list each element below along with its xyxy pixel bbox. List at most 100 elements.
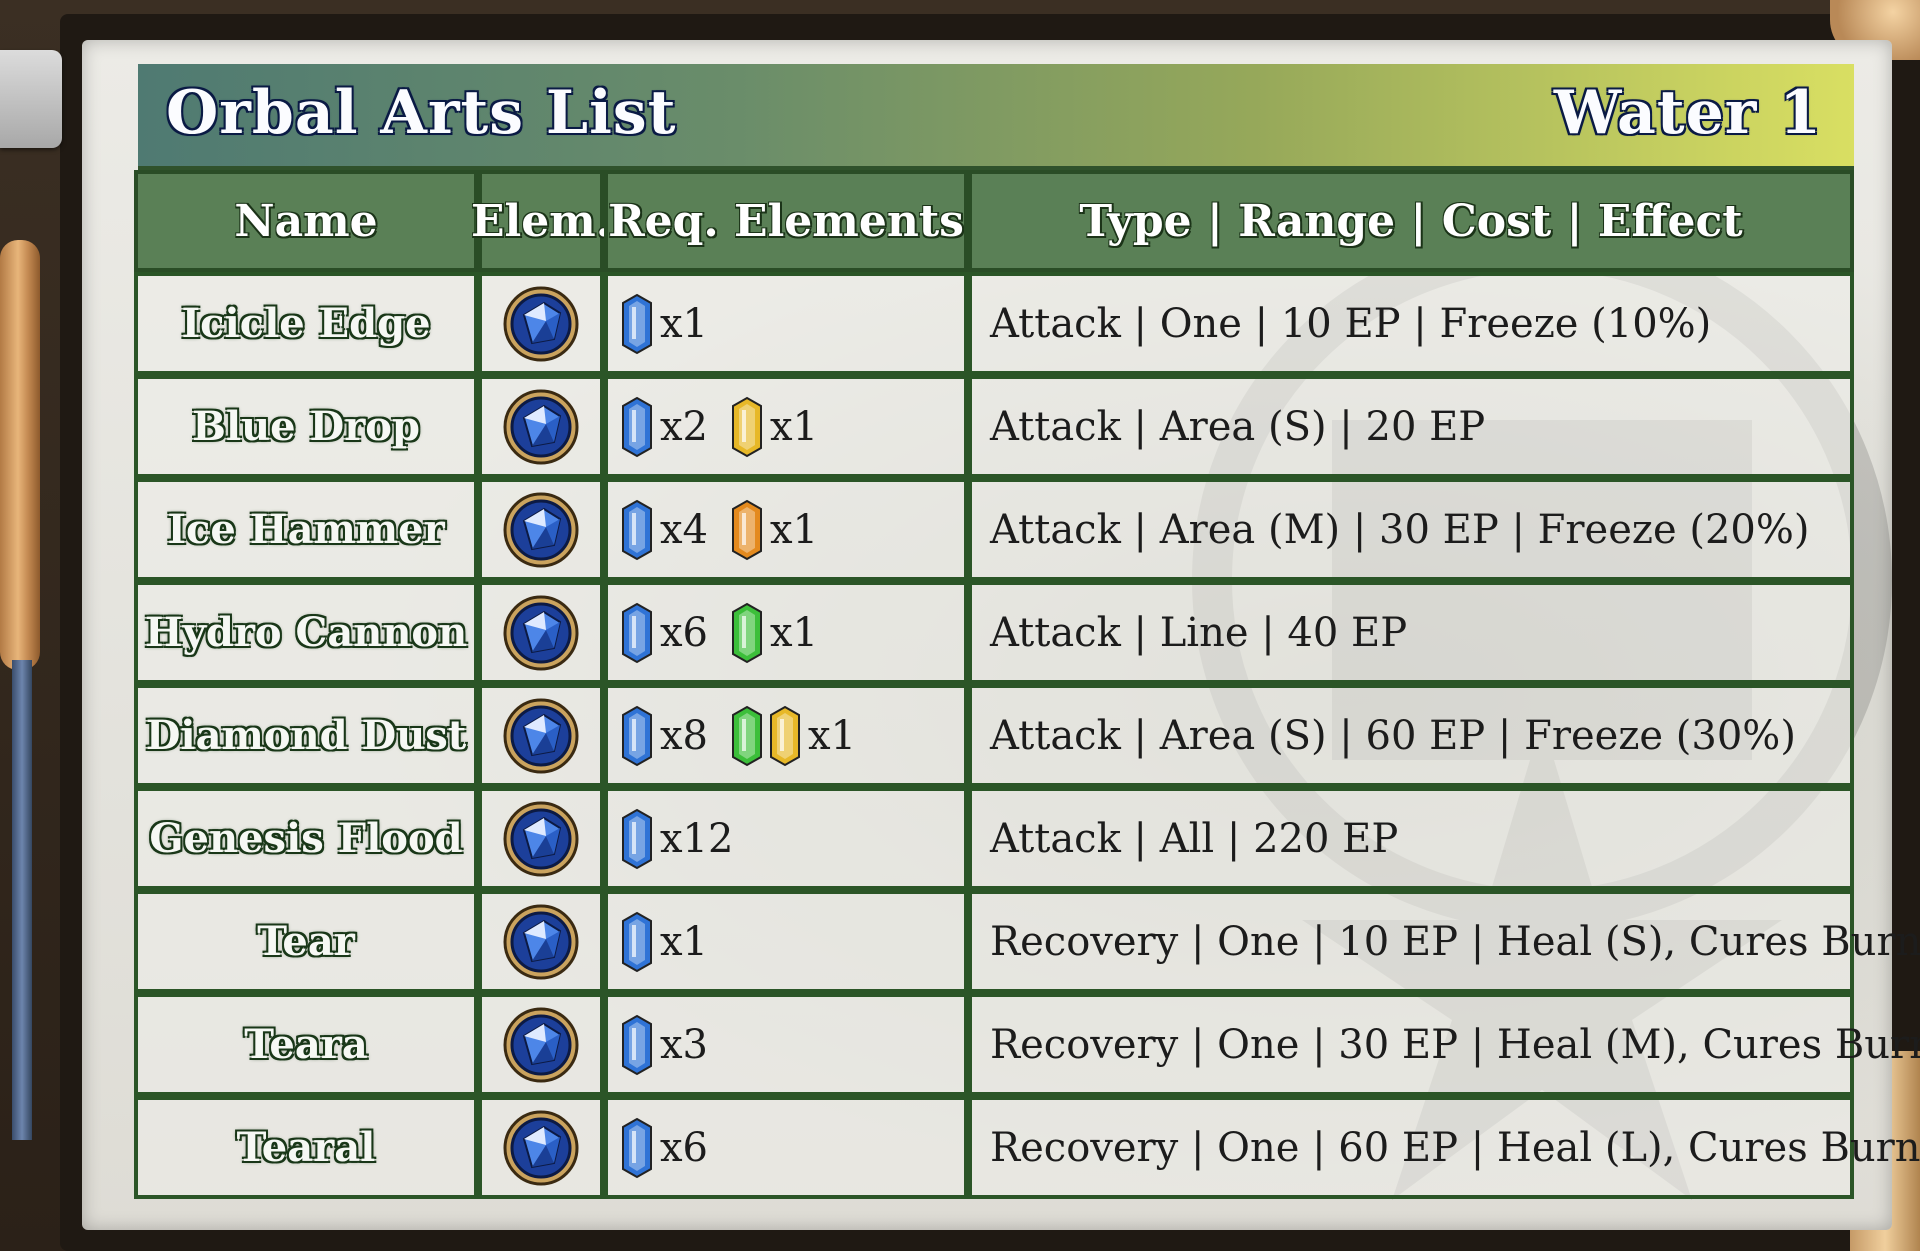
element-cell (478, 993, 604, 1096)
water-element-icon (503, 1110, 579, 1185)
req-elements-cell: x8 x1 (604, 684, 968, 787)
required-quantity: x6 (660, 609, 709, 656)
water-gem-icon (622, 602, 652, 663)
element-cell (478, 1096, 604, 1199)
header-name: Name (134, 170, 478, 272)
header-effect: Type | Range | Cost | Effect (968, 170, 1854, 272)
name-cell: Hydro Cannon (134, 581, 478, 684)
effect-cell: Recovery | One | 10 EP | Heal (S), Cures… (968, 890, 1920, 993)
water-gem-icon (622, 1117, 652, 1178)
water-element-icon (503, 904, 579, 979)
req-elements-cell: x3 (604, 993, 968, 1096)
element-cell (478, 272, 604, 375)
effect-cell: Attack | Area (S) | 20 EP (968, 375, 1854, 478)
effect-text: Recovery | One | 60 EP | Heal (L), Cures… (990, 1124, 1920, 1171)
art-name: Hydro Cannon (144, 609, 468, 656)
element-cell (478, 787, 604, 890)
water-gem-icon (622, 705, 652, 766)
art-name: Blue Drop (192, 403, 420, 450)
header-elem: Elem. (471, 170, 611, 272)
effect-cell: Attack | All | 220 EP (968, 787, 1854, 890)
element-cell (478, 581, 604, 684)
required-quantity: x12 (660, 815, 734, 862)
water-element-icon (503, 286, 579, 361)
req-elements-cell: x4 x1 (604, 478, 968, 581)
effect-cell: Attack | Area (S) | 60 EP | Freeze (30%) (968, 684, 1854, 787)
water-gem-icon (622, 1014, 652, 1075)
effect-cell: Recovery | One | 60 EP | Heal (L), Cures… (968, 1096, 1920, 1199)
required-quantity: x1 (770, 506, 819, 553)
name-cell: Diamond Dust (134, 684, 478, 787)
water-element-icon (503, 1007, 579, 1082)
element-cell (478, 890, 604, 993)
left-decorative-rail (0, 240, 40, 670)
effect-text: Attack | One | 10 EP | Freeze (10%) (990, 300, 1712, 347)
effect-cell: Attack | One | 10 EP | Freeze (10%) (968, 272, 1854, 375)
element-cell (478, 478, 604, 581)
name-cell: Teara (134, 993, 478, 1096)
req-elements-cell: x12 (604, 787, 968, 890)
effect-text: Attack | Area (S) | 60 EP | Freeze (30%) (990, 712, 1796, 759)
art-name: Genesis Flood (149, 815, 463, 862)
page-title: Orbal Arts List (166, 78, 677, 148)
left-scroll-rail[interactable] (12, 660, 32, 1140)
effect-text: Attack | Line | 40 EP (990, 609, 1408, 656)
required-quantity: x3 (660, 1021, 709, 1068)
required-quantity: x1 (660, 300, 709, 347)
table-row[interactable]: Genesis Flood x12 Attack | All | 220 EP (134, 787, 1854, 890)
name-cell: Icicle Edge (134, 272, 478, 375)
required-quantity: x1 (770, 403, 819, 450)
element-cell (478, 375, 604, 478)
water-element-icon (503, 801, 579, 876)
required-quantity: x1 (660, 918, 709, 965)
water-gem-icon (622, 808, 652, 869)
water-gem-icon (622, 396, 652, 457)
req-elements-cell: x6 x1 (604, 581, 968, 684)
effect-text: Recovery | One | 10 EP | Heal (S), Cures… (990, 918, 1920, 965)
water-gem-icon (622, 499, 652, 560)
wind-gem-icon (732, 602, 763, 663)
name-cell: Tear (134, 890, 478, 993)
req-elements-cell: x1 (604, 272, 968, 375)
menu-tab-handle[interactable] (0, 50, 62, 148)
table-row[interactable]: Icicle Edge x1 Attack | One | 10 EP | Free… (134, 272, 1854, 375)
required-quantity: x2 (660, 403, 709, 450)
effect-text: Recovery | One | 30 EP | Heal (M), Cures… (990, 1021, 1920, 1068)
water-element-icon (503, 595, 579, 670)
table-row[interactable]: Teara x3 Recovery | One | 30 EP | Heal (M)… (134, 993, 1920, 1096)
art-name: Tearal (236, 1124, 376, 1171)
art-name: Diamond Dust (145, 712, 467, 759)
name-cell: Genesis Flood (134, 787, 478, 890)
table-row[interactable]: Tearal x6 Recovery | One | 60 EP | Heal (L… (134, 1096, 1920, 1199)
table-row[interactable]: Tear x1 Recovery | One | 10 EP | Heal (S),… (134, 890, 1920, 993)
effect-cell: Attack | Line | 40 EP (968, 581, 1854, 684)
name-cell: Ice Hammer (134, 478, 478, 581)
name-cell: Blue Drop (134, 375, 478, 478)
required-quantity: x1 (770, 609, 819, 656)
name-cell: Tearal (134, 1096, 478, 1199)
water-element-icon (503, 389, 579, 464)
art-name: Teara (244, 1021, 368, 1068)
req-elements-cell: x2 x1 (604, 375, 968, 478)
effect-text: Attack | Area (M) | 30 EP | Freeze (20%) (990, 506, 1810, 553)
water-gem-icon (622, 293, 652, 354)
required-quantity: x6 (660, 1124, 709, 1171)
effect-text: Attack | All | 220 EP (990, 815, 1399, 862)
req-elements-cell: x6 (604, 1096, 968, 1199)
art-name: Tear (257, 918, 355, 965)
effect-text: Attack | Area (S) | 20 EP (990, 403, 1486, 450)
space-gem-icon (732, 396, 763, 457)
water-element-icon (503, 698, 579, 773)
art-name: Icicle Edge (181, 300, 431, 347)
required-quantity: x1 (808, 712, 857, 759)
table-row[interactable]: Blue Drop x2 x1 Attack | Area (S) | 20 EP (134, 375, 1854, 478)
table-row[interactable]: Hydro Cannon x6 x1 Attack | Line | 40 EP (134, 581, 1854, 684)
required-quantity: x8 (660, 712, 709, 759)
title-bar: Orbal Arts List Water 1 (138, 64, 1854, 170)
art-name: Ice Hammer (167, 506, 445, 553)
space-gem-icon (770, 705, 801, 766)
effect-cell: Recovery | One | 30 EP | Heal (M), Cures… (968, 993, 1920, 1096)
table-row[interactable]: Diamond Dust x8 x1 Attack | Area (S) | 60 E… (134, 684, 1854, 787)
fire-gem-icon (732, 499, 763, 560)
table-row[interactable]: Ice Hammer x4 x1 Attack | Area (M) | 30 EP … (134, 478, 1854, 581)
